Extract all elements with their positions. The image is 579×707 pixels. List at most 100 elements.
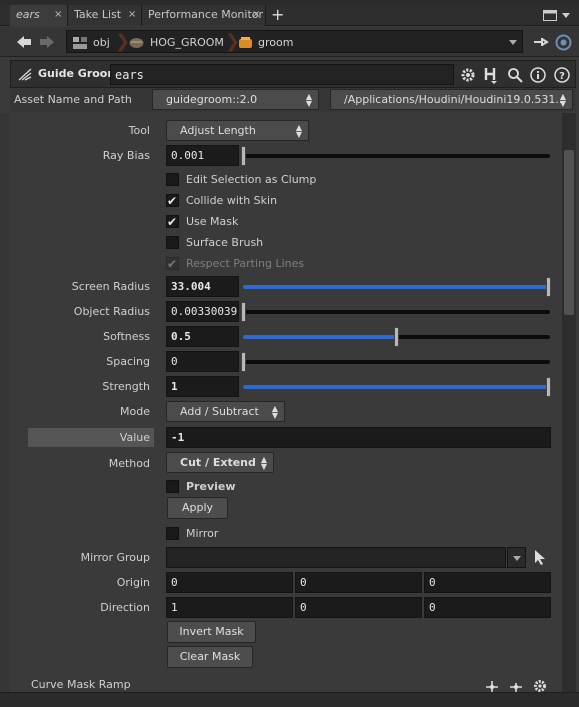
help-icon[interactable]: ? bbox=[553, 66, 571, 84]
softness-slider-handle[interactable] bbox=[394, 327, 399, 347]
chevron-down-icon bbox=[513, 556, 521, 561]
gear-icon[interactable] bbox=[459, 66, 477, 84]
asset-path-menu[interactable]: /Applications/Houdini/Houdini19.0.531...… bbox=[330, 89, 573, 110]
tab-bar: ears × Take List × Performance Monitor ×… bbox=[0, 5, 579, 26]
use-mask-checkbox[interactable]: ✔ bbox=[166, 215, 179, 228]
add-tab-icon[interactable]: + bbox=[271, 5, 284, 24]
ray-bias-slider-handle[interactable] bbox=[241, 146, 246, 166]
strength-slider-track[interactable] bbox=[243, 385, 550, 389]
apply-button[interactable]: Apply bbox=[167, 497, 228, 519]
mode-menu[interactable]: Add / Subtract ▲ ▼ bbox=[166, 401, 285, 422]
parting-lines-checkbox[interactable]: ✔ bbox=[166, 257, 179, 270]
node-name-field[interactable]: ears bbox=[110, 64, 454, 85]
search-icon[interactable] bbox=[506, 66, 524, 84]
asset-name-menu[interactable]: guidegroom::2.0 ▲ ▼ bbox=[152, 89, 319, 110]
strength-slider-handle[interactable] bbox=[546, 377, 551, 397]
mode-value: Add / Subtract bbox=[180, 405, 259, 418]
remove-point-icon[interactable] bbox=[508, 679, 524, 693]
spacing-field[interactable]: 0 bbox=[166, 351, 239, 372]
path-field[interactable]: obj ❯ HOG_GROOM ❯ groom bbox=[66, 30, 523, 53]
path-segment-groom[interactable]: groom bbox=[258, 35, 293, 50]
object-radius-slider-track[interactable] bbox=[243, 310, 550, 314]
guide-groom-icon bbox=[16, 66, 34, 82]
method-label: Method bbox=[108, 457, 150, 470]
origin-z-field[interactable]: 0 bbox=[424, 572, 551, 593]
path-segment-obj[interactable]: obj bbox=[93, 35, 110, 50]
strength-slider-fill bbox=[243, 385, 548, 389]
edit-selection-checkbox[interactable] bbox=[166, 173, 179, 186]
collide-label: Collide with Skin bbox=[186, 194, 278, 207]
asset-label: Asset Name and Path bbox=[14, 93, 132, 106]
direction-x-field[interactable]: 1 bbox=[166, 597, 293, 618]
parting-lines-label: Respect Parting Lines bbox=[186, 257, 305, 270]
origin-x-field[interactable]: 0 bbox=[166, 572, 293, 593]
mirror-group-dropdown[interactable] bbox=[507, 547, 526, 568]
screen-radius-slider-track[interactable] bbox=[243, 285, 550, 289]
asset-path-value: /Applications/Houdini/Houdini19.0.531... bbox=[344, 93, 566, 106]
ray-bias-slider-track[interactable] bbox=[243, 154, 550, 158]
origin-y-field[interactable]: 0 bbox=[295, 572, 422, 593]
add-point-icon[interactable] bbox=[484, 679, 500, 693]
node-header: Guide Groom ears ? bbox=[10, 60, 576, 88]
preview-checkbox[interactable] bbox=[166, 480, 179, 493]
asset-row: Asset Name and Path guidegroom::2.0 ▲ ▼ /… bbox=[10, 88, 576, 112]
strength-field[interactable]: 1 bbox=[166, 376, 239, 397]
arrow-select-icon[interactable] bbox=[532, 548, 548, 566]
preview-label: Preview bbox=[186, 480, 236, 493]
asset-name-value: guidegroom::2.0 bbox=[166, 93, 258, 106]
left-gutter bbox=[0, 113, 10, 705]
checkmark-icon: ✔ bbox=[167, 215, 178, 229]
close-icon[interactable]: × bbox=[128, 5, 136, 25]
softness-label: Softness bbox=[103, 330, 150, 343]
screen-radius-slider-handle[interactable] bbox=[546, 277, 551, 297]
pin-icon[interactable] bbox=[532, 34, 550, 50]
close-icon[interactable]: × bbox=[252, 5, 260, 25]
edit-selection-label: Edit Selection as Clump bbox=[186, 173, 317, 186]
ray-bias-field[interactable]: 0.001 bbox=[166, 145, 239, 166]
softness-slider-fill bbox=[243, 335, 398, 339]
updown-arrow-icon: ▲ ▼ bbox=[305, 92, 312, 108]
forward-arrow-icon[interactable] bbox=[38, 34, 56, 50]
collide-checkbox[interactable]: ✔ bbox=[166, 194, 179, 207]
direction-label: Direction bbox=[100, 601, 150, 614]
chevron-down-icon[interactable] bbox=[560, 9, 572, 21]
screen-radius-field[interactable]: 33.004 bbox=[166, 276, 239, 297]
spacing-slider-track[interactable] bbox=[243, 360, 550, 364]
mirror-group-field[interactable] bbox=[166, 547, 506, 568]
object-radius-label: Object Radius bbox=[73, 305, 150, 318]
ray-bias-label: Ray Bias bbox=[102, 149, 150, 162]
chevron-down-icon[interactable] bbox=[507, 36, 519, 48]
direction-y-field[interactable]: 0 bbox=[295, 597, 422, 618]
updown-arrow-icon: ▲ ▼ bbox=[295, 123, 302, 139]
scrollbar-thumb[interactable] bbox=[564, 150, 574, 315]
spacing-label: Spacing bbox=[106, 355, 150, 368]
softness-field[interactable]: 0.5 bbox=[166, 326, 239, 347]
tab-take-list[interactable]: Take List × bbox=[68, 5, 142, 26]
invert-mask-button[interactable]: Invert Mask bbox=[167, 621, 256, 643]
screen-radius-slider-fill bbox=[243, 285, 548, 289]
info-icon[interactable] bbox=[529, 66, 547, 84]
houdini-help-icon[interactable] bbox=[482, 65, 500, 85]
bottom-bar bbox=[0, 692, 579, 707]
tab-label: Performance Monitor bbox=[148, 8, 264, 21]
checkmark-icon: ✔ bbox=[167, 257, 178, 271]
spacing-slider-handle[interactable] bbox=[241, 352, 246, 372]
surface-brush-checkbox[interactable] bbox=[166, 236, 179, 249]
clear-mask-button[interactable]: Clear Mask bbox=[167, 646, 253, 668]
tab-ears[interactable]: ears × bbox=[10, 5, 68, 26]
link-icon[interactable] bbox=[554, 33, 572, 51]
tool-menu[interactable]: Adjust Length ▲ ▼ bbox=[166, 120, 309, 141]
pane-menu-icon[interactable] bbox=[542, 9, 558, 21]
updown-arrow-icon: ▲ ▼ bbox=[271, 404, 278, 420]
mirror-checkbox[interactable] bbox=[166, 527, 179, 540]
method-menu[interactable]: Cut / Extend ▲ ▼ bbox=[166, 452, 274, 473]
close-icon[interactable]: × bbox=[54, 5, 62, 25]
object-radius-slider-handle[interactable] bbox=[241, 302, 246, 322]
checkmark-icon: ✔ bbox=[167, 194, 178, 208]
back-arrow-icon[interactable] bbox=[15, 34, 33, 50]
object-radius-field[interactable]: 0.00330039 bbox=[166, 301, 239, 322]
direction-z-field[interactable]: 0 bbox=[424, 597, 551, 618]
path-segment-hog-groom[interactable]: HOG_GROOM bbox=[150, 35, 224, 50]
value-field[interactable]: -1 bbox=[166, 427, 551, 448]
tab-performance-monitor[interactable]: Performance Monitor × bbox=[142, 5, 266, 26]
